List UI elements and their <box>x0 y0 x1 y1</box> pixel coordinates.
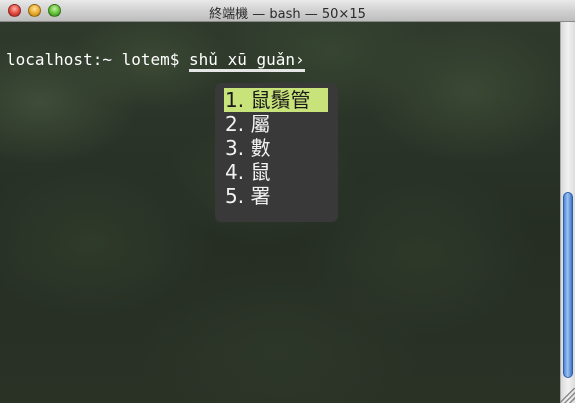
shell-prompt: localhost:~ lotem$ <box>6 50 190 69</box>
ime-composing-text: shǔ xū guǎn› <box>189 50 305 72</box>
candidate-item-4[interactable]: 4. 鼠 <box>224 160 328 184</box>
candidate-item-5[interactable]: 5. 署 <box>224 184 328 208</box>
resize-grip-icon[interactable] <box>560 388 575 403</box>
candidate-item-1[interactable]: 1. 鼠鬚管 <box>224 88 328 112</box>
terminal-window: 終端機 — bash — 50×15 localhost:~ lotem$ sh… <box>0 0 575 403</box>
ime-candidate-panel: 1. 鼠鬚管 2. 屬 3. 數 4. 鼠 5. 署 <box>215 83 338 222</box>
window-title: 終端機 — bash — 50×15 <box>209 7 366 22</box>
title-bar[interactable]: 終端機 — bash — 50×15 <box>0 0 575 22</box>
scrollbar-thumb[interactable] <box>563 192 573 378</box>
vertical-scrollbar[interactable] <box>560 22 575 403</box>
terminal-content[interactable]: localhost:~ lotem$ shǔ xū guǎn› 1. 鼠鬚管 2… <box>0 22 560 403</box>
prompt-line: localhost:~ lotem$ shǔ xū guǎn› <box>6 50 305 72</box>
candidate-item-2[interactable]: 2. 屬 <box>224 112 328 136</box>
candidate-item-3[interactable]: 3. 數 <box>224 136 328 160</box>
